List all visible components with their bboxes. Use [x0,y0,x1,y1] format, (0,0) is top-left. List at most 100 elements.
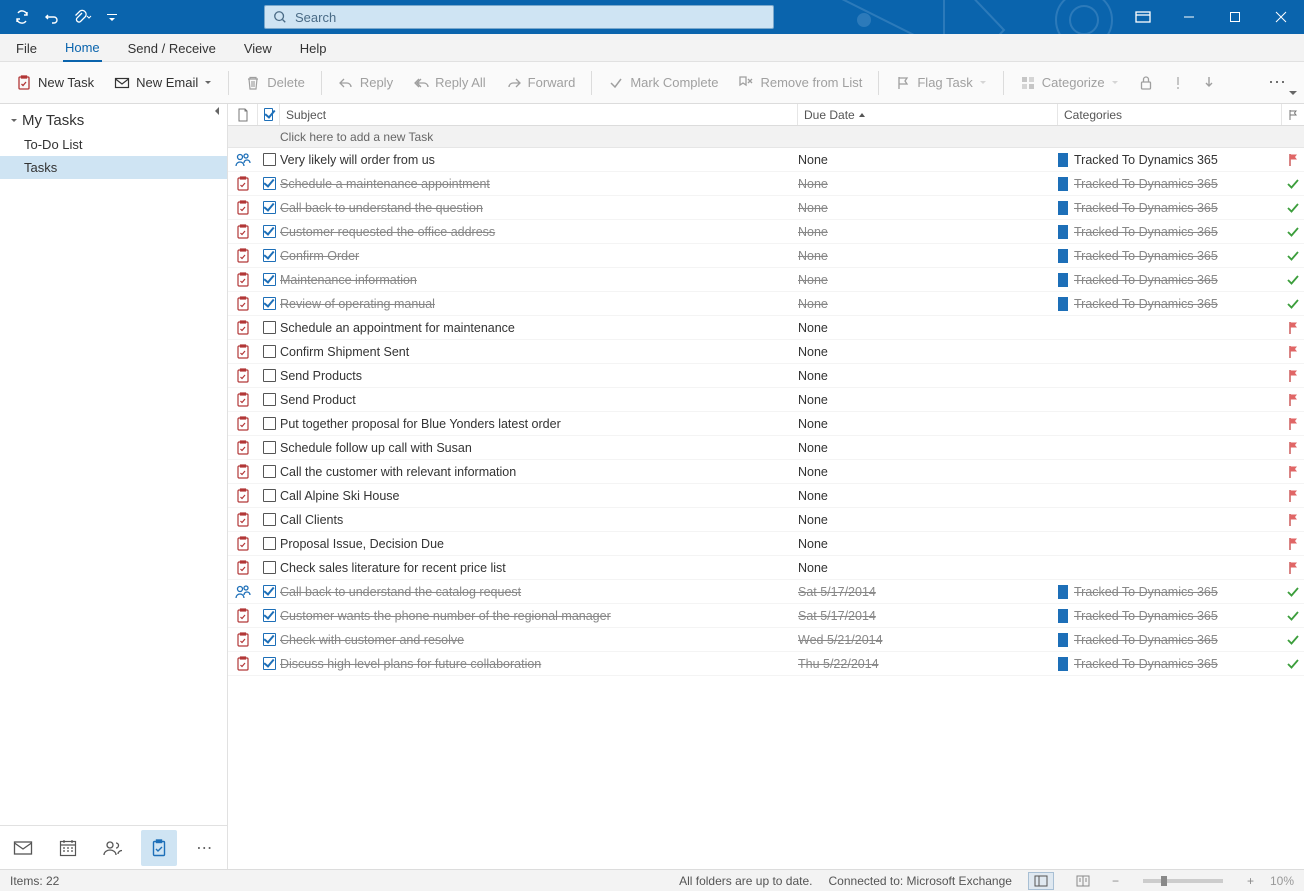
column-icon[interactable] [228,104,258,125]
column-flag[interactable] [1282,104,1304,125]
task-row[interactable]: Proposal Issue, Decision DueNone [228,532,1304,556]
task-row[interactable]: Call back to understand the catalog requ… [228,580,1304,604]
task-checkbox[interactable] [258,297,280,310]
task-checkbox[interactable] [258,441,280,454]
task-flag-icon[interactable] [1282,226,1304,238]
task-row[interactable]: Schedule a maintenance appointmentNoneTr… [228,172,1304,196]
task-flag-icon[interactable] [1282,345,1304,359]
task-checkbox[interactable] [258,609,280,622]
task-row[interactable]: Send ProductsNone [228,364,1304,388]
sync-icon[interactable] [10,5,34,29]
task-flag-icon[interactable] [1282,393,1304,407]
task-flag-icon[interactable] [1282,489,1304,503]
task-checkbox[interactable] [258,489,280,502]
menu-file[interactable]: File [14,37,39,61]
task-row[interactable]: Maintenance informationNoneTracked To Dy… [228,268,1304,292]
task-flag-icon[interactable] [1282,202,1304,214]
task-row[interactable]: Call back to understand the questionNone… [228,196,1304,220]
task-row[interactable]: Confirm Shipment SentNone [228,340,1304,364]
task-flag-icon[interactable] [1282,537,1304,551]
task-checkbox[interactable] [258,345,280,358]
task-row[interactable]: Customer wants the phone number of the r… [228,604,1304,628]
undo-icon[interactable] [40,5,64,29]
task-row[interactable]: Discuss high level plans for future coll… [228,652,1304,676]
task-checkbox[interactable] [258,273,280,286]
task-checkbox[interactable] [258,537,280,550]
task-checkbox[interactable] [258,201,280,214]
sidebar-collapse-icon[interactable] [213,106,223,119]
task-checkbox[interactable] [258,369,280,382]
task-flag-icon[interactable] [1282,561,1304,575]
task-row[interactable]: Check with customer and resolveWed 5/21/… [228,628,1304,652]
task-checkbox[interactable] [258,561,280,574]
menu-help[interactable]: Help [298,37,329,61]
column-subject[interactable]: Subject [280,104,798,125]
add-task-row[interactable]: Click here to add a new Task [228,126,1304,148]
task-row[interactable]: Schedule an appointment for maintenanceN… [228,316,1304,340]
nav-people-icon[interactable] [95,830,131,866]
task-checkbox[interactable] [258,177,280,190]
menu-home[interactable]: Home [63,36,102,62]
task-row[interactable]: Review of operating manualNoneTracked To… [228,292,1304,316]
column-due-date[interactable]: Due Date [798,104,1058,125]
menu-view[interactable]: View [242,37,274,61]
task-checkbox[interactable] [258,249,280,262]
sidebar-item-to-do-list[interactable]: To-Do List [0,133,227,156]
sidebar-item-tasks[interactable]: Tasks [0,156,227,179]
nav-mail-icon[interactable] [5,830,41,866]
attach-dropdown-icon[interactable] [70,5,94,29]
task-flag-icon[interactable] [1282,441,1304,455]
ribbon-display-button[interactable] [1120,0,1166,34]
task-row[interactable]: Call ClientsNone [228,508,1304,532]
task-flag-icon[interactable] [1282,465,1304,479]
task-row[interactable]: Send ProductNone [228,388,1304,412]
task-row[interactable]: Confirm OrderNoneTracked To Dynamics 365 [228,244,1304,268]
task-checkbox[interactable] [258,321,280,334]
column-complete[interactable] [258,104,280,125]
task-flag-icon[interactable] [1282,369,1304,383]
task-flag-icon[interactable] [1282,153,1304,167]
close-button[interactable] [1258,0,1304,34]
view-reading-icon[interactable] [1070,872,1096,890]
task-checkbox[interactable] [258,465,280,478]
task-checkbox[interactable] [258,513,280,526]
search-input[interactable]: Search [264,5,774,29]
task-row[interactable]: Put together proposal for Blue Yonders l… [228,412,1304,436]
task-flag-icon[interactable] [1282,274,1304,286]
task-checkbox[interactable] [258,657,280,670]
task-row[interactable]: Call the customer with relevant informat… [228,460,1304,484]
task-checkbox[interactable] [258,417,280,430]
task-checkbox[interactable] [258,225,280,238]
task-flag-icon[interactable] [1282,513,1304,527]
task-row[interactable]: Customer requested the office addressNon… [228,220,1304,244]
task-row[interactable]: Call Alpine Ski HouseNone [228,484,1304,508]
maximize-button[interactable] [1212,0,1258,34]
task-checkbox[interactable] [258,633,280,646]
nav-calendar-icon[interactable] [50,830,86,866]
task-checkbox[interactable] [258,153,280,166]
task-row[interactable]: Check sales literature for recent price … [228,556,1304,580]
view-normal-icon[interactable] [1028,872,1054,890]
ribbon-expand-icon[interactable] [1288,88,1298,101]
task-checkbox[interactable] [258,393,280,406]
task-flag-icon[interactable] [1282,178,1304,190]
column-categories[interactable]: Categories [1058,104,1282,125]
task-row[interactable]: Schedule follow up call with SusanNone [228,436,1304,460]
task-flag-icon[interactable] [1282,610,1304,622]
menu-send-receive[interactable]: Send / Receive [126,37,218,61]
nav-more-icon[interactable]: ⋯ [186,830,222,866]
task-flag-icon[interactable] [1282,250,1304,262]
task-row[interactable]: Very likely will order from usNoneTracke… [228,148,1304,172]
minimize-button[interactable] [1166,0,1212,34]
new-email-button[interactable]: New Email [108,68,218,98]
sidebar-header-my-tasks[interactable]: My Tasks [0,108,227,133]
new-task-button[interactable]: New Task [10,68,100,98]
task-checkbox[interactable] [258,585,280,598]
qat-customize-icon[interactable] [100,5,124,29]
zoom-slider[interactable] [1143,879,1223,883]
task-flag-icon[interactable] [1282,658,1304,670]
task-flag-icon[interactable] [1282,634,1304,646]
task-flag-icon[interactable] [1282,298,1304,310]
task-flag-icon[interactable] [1282,321,1304,335]
task-flag-icon[interactable] [1282,586,1304,598]
